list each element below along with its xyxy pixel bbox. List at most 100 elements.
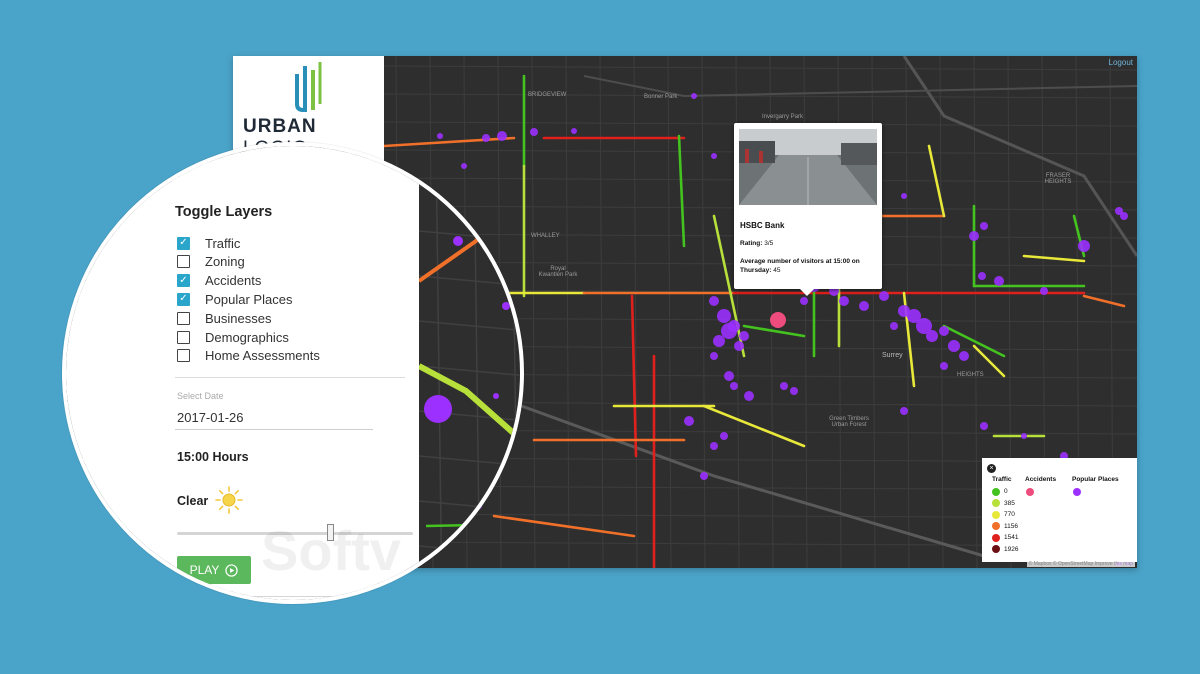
date-label: Select Date bbox=[177, 391, 224, 401]
play-label: PLAY bbox=[189, 563, 220, 577]
popular-place-marker bbox=[482, 134, 490, 142]
popular-place-marker bbox=[980, 222, 988, 230]
traffic-segment bbox=[742, 324, 806, 338]
legend-value: 1541 bbox=[1004, 534, 1019, 541]
layer-toggle-businesses[interactable]: Businesses bbox=[177, 309, 271, 327]
road bbox=[418, 320, 520, 332]
logout-link[interactable]: Logout bbox=[1109, 58, 1133, 67]
legend-traffic-level: 385 bbox=[992, 498, 1015, 509]
legend-traffic-level: 1156 bbox=[992, 521, 1018, 532]
popular-place-marker bbox=[1040, 287, 1048, 295]
legend-swatch bbox=[992, 545, 1000, 553]
road bbox=[418, 545, 520, 557]
popular-place-marker bbox=[709, 296, 719, 306]
legend-value: 1156 bbox=[1004, 522, 1018, 530]
magnified-panel-lens: Toggle Layers ✓ Traffic Zoning ✓ Accidents ✓ P… bbox=[62, 142, 524, 604]
popular-place-marker bbox=[879, 291, 889, 301]
layer-label: Businesses bbox=[205, 310, 272, 326]
popular-place-marker bbox=[721, 323, 737, 339]
close-icon[interactable]: × bbox=[987, 464, 996, 473]
layer-toggle-accidents[interactable]: ✓ Accidents bbox=[177, 272, 261, 290]
layer-checkbox[interactable] bbox=[177, 330, 190, 344]
weather-label: Clear bbox=[177, 494, 209, 508]
accident-marker bbox=[770, 312, 786, 328]
popular-place-marker bbox=[720, 432, 728, 440]
hours-display: 15:00 Hours bbox=[177, 450, 249, 464]
popular-place-marker bbox=[734, 341, 744, 351]
legend-value: 770 bbox=[1004, 511, 1015, 518]
legend-popular-swatch bbox=[1073, 488, 1081, 496]
traffic-segment bbox=[677, 134, 686, 248]
layer-checkbox[interactable]: ✓ bbox=[177, 236, 190, 250]
map-label-whalley: WHALLEY bbox=[531, 233, 560, 239]
road bbox=[633, 56, 638, 568]
date-field[interactable]: 2017-01-26 bbox=[177, 410, 244, 425]
popular-place-marker bbox=[994, 276, 1004, 286]
play-button[interactable]: PLAY bbox=[177, 556, 251, 584]
popular-place-marker bbox=[1120, 212, 1128, 220]
road bbox=[418, 230, 520, 242]
popular-place-marker bbox=[700, 472, 708, 480]
road bbox=[599, 56, 604, 568]
layer-toggle-popular-places[interactable]: ✓ Popular Places bbox=[177, 290, 292, 308]
layer-checkbox[interactable]: ✓ bbox=[177, 292, 190, 306]
place-photo bbox=[739, 129, 877, 205]
layer-checkbox[interactable] bbox=[177, 349, 190, 363]
layer-toggle-home-assessments[interactable]: Home Assessments bbox=[177, 347, 320, 365]
popular-place-marker bbox=[717, 309, 731, 323]
layer-checkbox[interactable] bbox=[177, 255, 190, 269]
popular-place-marker bbox=[1078, 240, 1090, 252]
popular-place-marker bbox=[900, 407, 908, 415]
road bbox=[701, 56, 706, 568]
logo-mark-icon bbox=[295, 62, 322, 112]
layer-label: Home Assessments bbox=[205, 348, 320, 364]
layer-control-panel: Toggle Layers ✓ Traffic Zoning ✓ Accidents ✓ P… bbox=[66, 146, 419, 600]
layer-label: Demographics bbox=[205, 329, 289, 345]
layer-checkbox[interactable] bbox=[177, 311, 190, 325]
popular-place-marker bbox=[959, 351, 969, 361]
popular-place-marker bbox=[859, 301, 869, 311]
road bbox=[973, 56, 978, 568]
popular-place-marker bbox=[744, 391, 754, 401]
popular-place-marker bbox=[710, 442, 718, 450]
popular-place-marker bbox=[497, 131, 507, 141]
popular-place-marker bbox=[530, 128, 538, 136]
layer-checkbox[interactable]: ✓ bbox=[177, 274, 190, 288]
traffic-segment bbox=[384, 136, 516, 148]
layer-label: Popular Places bbox=[205, 291, 293, 307]
layer-toggle-demographics[interactable]: Demographics bbox=[177, 328, 289, 346]
popular-place-marker bbox=[711, 153, 717, 159]
popular-place-marker bbox=[684, 416, 694, 426]
legend-accidents-swatch bbox=[1026, 488, 1034, 496]
play-icon bbox=[225, 563, 239, 577]
popup-visitors: Average number of visitors at 15:00 on T… bbox=[740, 258, 860, 274]
layer-toggle-traffic[interactable]: ✓ Traffic bbox=[177, 234, 240, 252]
map-attribution[interactable]: © Mapbox © OpenStreetMap Improve this ma… bbox=[1026, 561, 1135, 567]
legend-traffic-level: 1926 bbox=[992, 544, 1018, 555]
traffic-segment bbox=[1082, 294, 1126, 308]
popular-place-marker bbox=[437, 133, 443, 139]
road bbox=[418, 275, 520, 287]
popular-place-marker bbox=[926, 330, 938, 342]
road bbox=[418, 500, 520, 512]
popular-place-marker bbox=[713, 335, 725, 347]
legend-traffic-level: 0 bbox=[992, 486, 1008, 497]
popular-place-marker bbox=[940, 362, 948, 370]
traffic-segment bbox=[702, 404, 806, 448]
popular-place-marker bbox=[1021, 433, 1027, 439]
date-underline bbox=[175, 429, 373, 430]
layer-toggle-zoning[interactable]: Zoning bbox=[177, 253, 245, 271]
map-label-bonner-park: Bonner Park bbox=[644, 94, 678, 100]
popular-place-marker bbox=[901, 193, 907, 199]
popular-place-marker bbox=[839, 296, 849, 306]
popular-place-marker bbox=[790, 387, 798, 395]
road bbox=[473, 146, 481, 600]
legend-swatch bbox=[992, 533, 1000, 542]
popular-place-marker bbox=[739, 331, 749, 341]
map-label-surrey: Surrey bbox=[882, 352, 903, 359]
popular-place-marker bbox=[691, 93, 697, 99]
highway bbox=[583, 75, 1137, 98]
road bbox=[565, 56, 570, 568]
place-popup[interactable]: HSBC Bank Rating: 3/5 Average number of … bbox=[734, 123, 882, 296]
popular-place-marker bbox=[980, 422, 988, 430]
